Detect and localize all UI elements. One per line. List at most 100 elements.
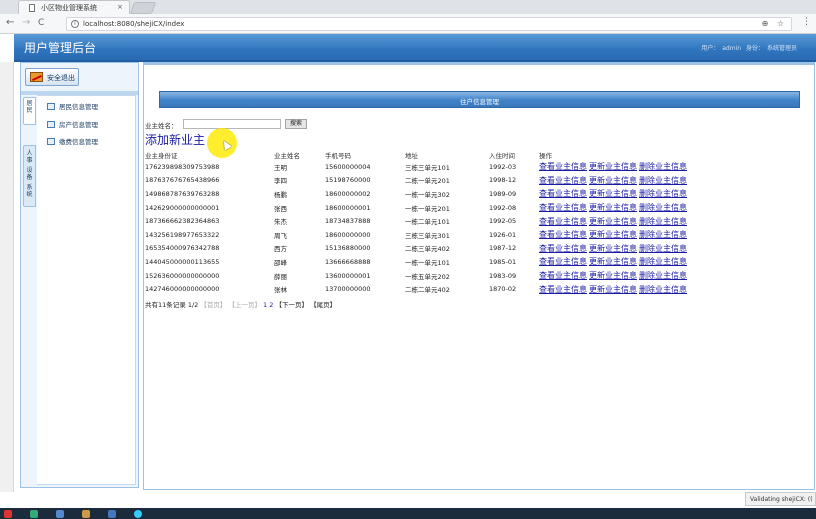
folder-icon (47, 121, 55, 128)
delete-owner-link[interactable]: 删除业主信息 (639, 176, 687, 185)
phone-cell: 15600000004 (325, 162, 371, 171)
back-icon[interactable]: ← (6, 17, 14, 28)
taskbar (0, 508, 816, 519)
phone-cell: 15198760000 (325, 176, 371, 185)
owner-name-cell: 薛丽 (274, 272, 287, 281)
address-cell: 一栋五单元202 (405, 272, 450, 281)
view-owner-link[interactable]: 查看业主信息 (539, 189, 587, 198)
phone-cell: 15136880000 (325, 244, 371, 253)
col-phone: 手机号码 (325, 151, 351, 160)
update-owner-link[interactable]: 更新业主信息 (589, 217, 637, 226)
tab-residents[interactable]: 居民 (23, 97, 36, 125)
view-owner-link[interactable]: 查看业主信息 (539, 285, 587, 294)
view-owner-link[interactable]: 查看业主信息 (539, 230, 587, 239)
update-owner-link[interactable]: 更新业主信息 (589, 285, 637, 294)
owner-name-cell: 邵峰 (274, 258, 287, 267)
user-info: 用户： admin 身份： 系统管理员 (701, 43, 800, 52)
owner-name-search-input[interactable] (183, 119, 281, 129)
delete-owner-link[interactable]: 删除业主信息 (639, 217, 687, 226)
app-icon[interactable] (82, 510, 90, 518)
update-owner-link[interactable]: 更新业主信息 (589, 176, 637, 185)
actions-cell: 查看业主信息 更新业主信息 删除业主信息 (539, 187, 719, 201)
table-row: 142629000000000001 张西 18600000001 一栋一单元201 1… (145, 201, 719, 215)
actions-cell: 查看业主信息 更新业主信息 删除业主信息 (539, 160, 719, 174)
page-2-link[interactable]: 2 (269, 301, 273, 309)
next-page-link[interactable]: 【下一页】 (275, 301, 308, 309)
phone-cell: 13700000000 (325, 285, 371, 294)
first-page-link[interactable]: 【首页】 (200, 301, 226, 309)
owner-name-cell: 周飞 (274, 231, 287, 240)
owner-id-cell: 187366662382364863 (145, 217, 220, 226)
phone-cell: 18600000001 (325, 203, 371, 212)
update-owner-link[interactable]: 更新业主信息 (589, 162, 637, 171)
actions-cell: 查看业主信息 更新业主信息 删除业主信息 (539, 214, 719, 228)
view-owner-link[interactable]: 查看业主信息 (539, 176, 587, 185)
owner-name-cell: 李四 (274, 177, 287, 186)
owner-id-cell: 187637676765438966 (145, 176, 220, 185)
table-row: 176239898309753988 王明 15600000004 三栋三单元101 1… (145, 160, 719, 174)
tab-system-label: 系统 (26, 184, 33, 198)
add-owner-link[interactable]: 添加新业主 (145, 131, 205, 148)
browser-menu-icon[interactable]: ⋮ (802, 17, 811, 27)
view-owner-link[interactable]: 查看业主信息 (539, 244, 587, 253)
app-icon[interactable] (134, 510, 142, 518)
reload-icon[interactable]: C (38, 18, 44, 28)
update-owner-link[interactable]: 更新业主信息 (589, 244, 637, 253)
view-owner-link[interactable]: 查看业主信息 (539, 203, 587, 212)
delete-owner-link[interactable]: 删除业主信息 (639, 162, 687, 171)
delete-owner-link[interactable]: 删除业主信息 (639, 244, 687, 253)
sidebar-item-resident-info[interactable]: 居民信息管理 (47, 101, 98, 111)
app-icon[interactable] (108, 510, 116, 518)
address-cell: 一栋一单元101 (405, 258, 450, 267)
phone-cell: 18600000000 (325, 230, 371, 239)
update-owner-link[interactable]: 更新业主信息 (589, 203, 637, 212)
address-bar-row: ← → C i localhost:8080/shejiCX/index ⊕ ☆… (0, 14, 816, 34)
page-icon (29, 4, 35, 12)
app-icon[interactable] (4, 510, 12, 518)
view-owner-link[interactable]: 查看业主信息 (539, 162, 587, 171)
bookmark-star-icon[interactable]: ⊕ ☆ (762, 19, 787, 28)
col-id: 业主身份证 (145, 151, 178, 160)
view-owner-link[interactable]: 查看业主信息 (539, 257, 587, 266)
last-page-link[interactable]: 【尾页】 (310, 301, 336, 309)
view-owner-link[interactable]: 查看业主信息 (539, 271, 587, 280)
delete-owner-link[interactable]: 删除业主信息 (639, 271, 687, 280)
sidebar-item-property-info[interactable]: 房产信息管理 (47, 119, 98, 129)
delete-owner-link[interactable]: 删除业主信息 (639, 189, 687, 198)
browser-tab[interactable]: 小区物业管理系统 × (18, 0, 130, 14)
app-icon[interactable] (56, 510, 64, 518)
actions-cell: 查看业主信息 更新业主信息 删除业主信息 (539, 201, 719, 215)
tab-close-icon[interactable]: × (117, 3, 123, 11)
tab-equipment-label: 设备 (26, 167, 33, 181)
tab-personnel[interactable]: 人事 设备 系统 (23, 145, 36, 207)
update-owner-link[interactable]: 更新业主信息 (589, 257, 637, 266)
main-content: 住户信息管理 业主姓名： 搜索 添加新业主 业主身份证 业主姓名 手机号码 地址… (143, 62, 815, 490)
sidebar-item-payment-info[interactable]: 缴费信息管理 (47, 136, 98, 146)
url-text: localhost:8080/shejiCX/index (83, 20, 185, 28)
update-owner-link[interactable]: 更新业主信息 (589, 230, 637, 239)
panel-title: 住户信息管理 (159, 91, 800, 108)
url-input[interactable]: i localhost:8080/shejiCX/index ⊕ ☆ (66, 17, 792, 31)
new-tab-button[interactable] (129, 2, 157, 14)
update-owner-link[interactable]: 更新业主信息 (589, 271, 637, 280)
logout-button[interactable]: 安全退出 (25, 68, 79, 86)
app-header: 用户管理后台 用户： admin 身份： 系统管理员 (14, 34, 816, 62)
forward-icon[interactable]: → (22, 17, 30, 28)
app-icon[interactable] (30, 510, 38, 518)
delete-owner-link[interactable]: 删除业主信息 (639, 257, 687, 266)
role-label: 身份： (745, 45, 764, 52)
search-button[interactable]: 搜索 (285, 119, 307, 129)
info-icon[interactable]: i (71, 20, 79, 28)
page-1-link[interactable]: 1 (263, 301, 267, 309)
table-row: 142746000000000000 张林 13700000000 二栋二单元402 1… (145, 282, 719, 296)
delete-owner-link[interactable]: 删除业主信息 (639, 203, 687, 212)
address-cell: 一栋一单元201 (405, 204, 450, 213)
prev-page-link[interactable]: 【上一页】 (228, 301, 261, 309)
app-title: 用户管理后台 (24, 41, 97, 55)
update-owner-link[interactable]: 更新业主信息 (589, 189, 637, 198)
delete-owner-link[interactable]: 删除业主信息 (639, 230, 687, 239)
delete-owner-link[interactable]: 删除业主信息 (639, 285, 687, 294)
owner-id-cell: 144045000000113655 (145, 257, 220, 266)
view-owner-link[interactable]: 查看业主信息 (539, 217, 587, 226)
owner-name-cell: 杨鹏 (274, 190, 287, 199)
